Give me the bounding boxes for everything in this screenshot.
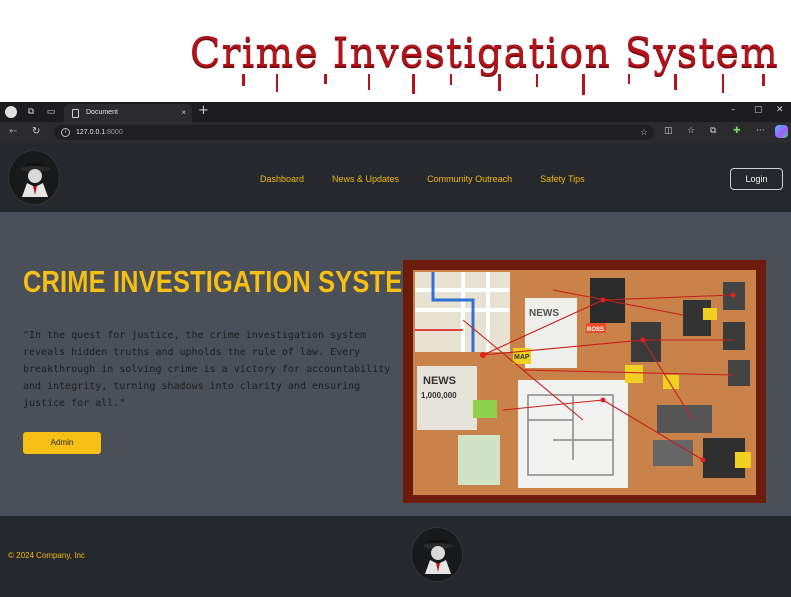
collections-icon[interactable]: ⧉ [710, 126, 716, 136]
url-field[interactable]: i 127.0.0.1:8000 ☆ [54, 125, 654, 140]
hero-quote: "In the quest for justice, the crime inv… [23, 330, 391, 409]
new-tab-button[interactable]: + [198, 103, 209, 118]
detective-logo-icon[interactable] [8, 150, 60, 205]
workspaces-icon[interactable]: ⧉ [24, 105, 38, 119]
tab-document[interactable]: Document × [64, 104, 192, 122]
minimize-button[interactable]: – [731, 105, 736, 115]
info-icon[interactable]: i [61, 128, 70, 137]
footer-detective-logo-icon [411, 527, 463, 582]
address-bar: ← ↻ i 127.0.0.1:8000 ☆ ◫ ☆ ⧉ ✚ ··· [0, 122, 791, 143]
favorite-star-icon[interactable]: ☆ [640, 125, 648, 140]
nav-news-updates[interactable]: News & Updates [332, 174, 399, 184]
tab-title: Document [86, 109, 118, 116]
banner: Crime Investigation System [0, 0, 791, 102]
blood-drips-decoration [242, 74, 765, 95]
copilot-icon[interactable] [775, 125, 788, 138]
board-boss-label: BOSS [587, 327, 604, 333]
extensions-icon[interactable]: ✚ [733, 126, 741, 136]
document-icon [72, 109, 79, 118]
board-map-label: MAP [514, 354, 530, 361]
nav-dashboard[interactable]: Dashboard [260, 174, 304, 184]
site-footer: © 2024 Company, Inc [0, 516, 791, 597]
banner-title: Crime Investigation System [189, 30, 779, 76]
back-icon[interactable]: ← [9, 126, 17, 137]
split-screen-icon[interactable]: ◫ [664, 126, 673, 136]
hero-title: CRIME INVESTIGATION SYSTEM [23, 264, 424, 299]
admin-button[interactable]: Admin [23, 432, 101, 454]
more-icon[interactable]: ··· [756, 126, 765, 136]
refresh-icon[interactable]: ↻ [32, 126, 40, 137]
tab-close-icon[interactable]: × [181, 104, 186, 122]
url-port: :8000 [105, 129, 123, 136]
tabs-icon[interactable]: ▭ [44, 105, 58, 119]
profile-icon[interactable] [5, 106, 17, 118]
board-news-label: NEWS [423, 375, 456, 387]
favorites-icon[interactable]: ☆ [687, 126, 695, 136]
close-window-button[interactable]: ✕ [776, 105, 784, 115]
login-button[interactable]: Login [730, 168, 783, 190]
tab-bar: ⧉ ▭ Document × + – ▢ ✕ [0, 102, 791, 122]
site-header: Dashboard News & Updates Community Outre… [0, 143, 791, 212]
maximize-button[interactable]: ▢ [754, 105, 763, 115]
nav-safety-tips[interactable]: Safety Tips [540, 174, 585, 184]
board-stolen-label: 1,000,000 [421, 391, 457, 400]
board-news2-label: NEWS [529, 308, 559, 319]
url-host: 127.0.0.1 [76, 129, 106, 136]
crime-board-image: NEWS 1,000,000 NEWS MAP BOSS [403, 260, 766, 503]
browser-chrome: ⧉ ▭ Document × + – ▢ ✕ ← ↻ i 127.0.0.1:8… [0, 102, 791, 143]
nav-community-outreach[interactable]: Community Outreach [427, 174, 512, 184]
website: Dashboard News & Updates Community Outre… [0, 143, 791, 597]
footer-copyright: © 2024 Company, Inc [8, 551, 85, 560]
main-nav: Dashboard News & Updates Community Outre… [260, 174, 585, 184]
